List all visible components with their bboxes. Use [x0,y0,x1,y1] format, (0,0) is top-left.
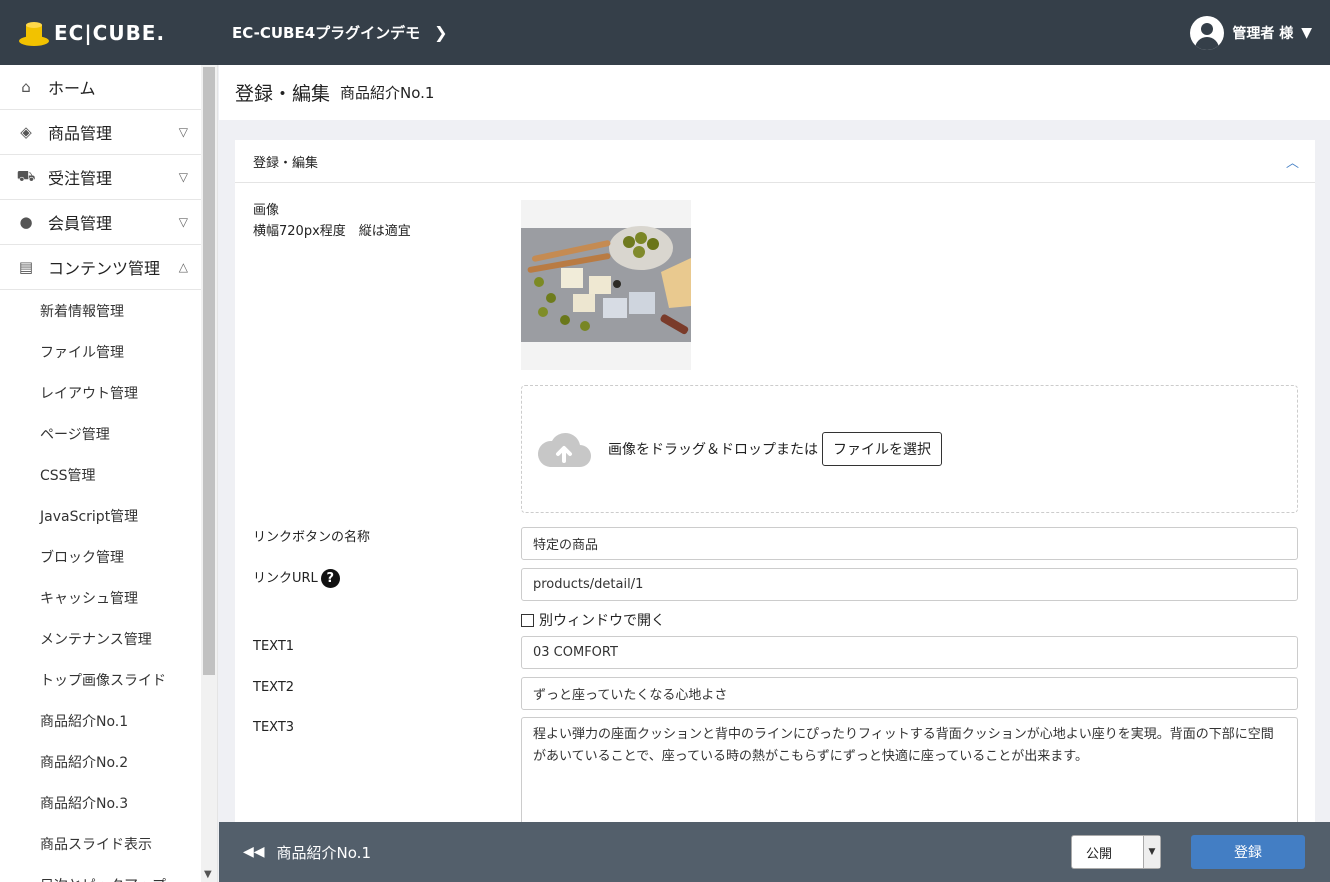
edit-card: 登録・編集 ︿ 画像 横幅720px程度 縦は適宜 画像をドラッグ＆ドロップまた… [235,140,1315,857]
text1-label: TEXT1 [253,639,295,654]
link-url-label: リンクURL [253,571,318,586]
select-arrow-icon: ▼ [1143,836,1160,868]
uploaded-image-thumbnail[interactable] [521,200,691,370]
sidebar-subitem[interactable]: 商品紹介No.1 [0,700,202,741]
sidebar-item-orders[interactable]: ⛟ 受注管理 ▽ [0,155,202,200]
sidebar-subitem[interactable]: JavaScript管理 [0,495,202,536]
sidebar-subitem[interactable]: 新着情報管理 [0,290,202,331]
chevron-right-icon: ❯ [434,23,448,42]
sidebar-subitem[interactable]: レイアウト管理 [0,372,202,413]
back-link[interactable]: ◀◀ 商品紹介No.1 [243,842,371,863]
double-chevron-left-icon: ◀◀ [243,844,265,860]
box-icon: ◈ [20,123,32,141]
user-menu[interactable]: 管理者 様 ▼ [1190,15,1312,50]
link-url-label-group: リンクURL? [253,568,340,589]
sidebar-item-label: ホーム [48,79,96,98]
ec-cube-logo[interactable]: EC|CUBE. [18,19,216,47]
chevron-up-icon: △ [178,260,188,274]
image-label: 画像 [253,203,280,218]
text2-label: TEXT2 [253,680,295,695]
page-header: 登録・編集 商品紹介No.1 [219,65,1330,120]
user-avatar-icon [1190,15,1225,50]
new-window-checkbox[interactable] [521,613,534,627]
sidebar-subitem[interactable]: ページ管理 [0,413,202,454]
help-icon[interactable]: ? [320,569,340,588]
text3-label: TEXT3 [253,720,295,735]
dropzone-text: 画像をドラッグ＆ドロップまたは [608,442,818,458]
chevron-down-icon: ▼ [1301,24,1312,41]
sidebar-subitem[interactable]: 商品紹介No.3 [0,782,202,823]
card-title: 登録・編集 [253,155,319,171]
sidebar-item-members[interactable]: ● 会員管理 ▽ [0,200,202,245]
cart-icon: ⛟ [16,167,36,185]
chevron-up-icon[interactable]: ︿ [1286,152,1299,171]
logo-text: EC|CUBE. [54,20,166,45]
page-title: 登録・編集 [235,83,331,105]
cloud-upload-icon [536,429,592,469]
sidebar-subitem[interactable]: 目次とピックアップ [0,864,202,882]
new-window-label: 別ウィンドウで開く [539,613,665,629]
sidebar-item-label: 会員管理 [48,214,113,233]
publish-status-select[interactable]: 公開 ▼ [1071,835,1161,869]
top-header: EC|CUBE. EC-CUBE4プラグインデモ ❯ 管理者 様 ▼ [0,0,1330,65]
image-dropzone[interactable]: 画像をドラッグ＆ドロップまたは ファイルを選択 [521,385,1298,513]
scroll-down-icon[interactable]: ▼ [204,869,212,880]
cheese-platter-image [521,226,691,342]
page-subtitle: 商品紹介No.1 [340,84,435,102]
sidebar-subitem[interactable]: メンテナンス管理 [0,618,202,659]
document-icon: ▤ [18,258,34,276]
sidebar-item-contents[interactable]: ▤ コンテンツ管理 △ [0,245,202,290]
sidebar-subitem[interactable]: トップ画像スライド [0,659,202,700]
home-icon: ⌂ [21,78,31,96]
shop-name-link[interactable]: EC-CUBE4プラグインデモ ❯ [232,22,448,43]
sidebar-scrollbar[interactable]: ▼ [201,65,217,882]
sidebar-item-label: 受注管理 [48,169,113,188]
image-label-group: 画像 横幅720px程度 縦は適宜 [253,200,411,242]
sidebar: ⌂ ホーム ◈ 商品管理 ▽ ⛟ 受注管理 ▽ ● 会員管理 ▽ ▤ コンテンツ… [0,65,218,882]
image-hint: 横幅720px程度 縦は適宜 [253,224,411,239]
shop-name: EC-CUBE4プラグインデモ [232,24,421,42]
card-header[interactable]: 登録・編集 ︿ [235,140,1315,183]
text2-input[interactable]: ずっと座っていたくなる心地よさ [521,677,1298,710]
save-button[interactable]: 登録 [1191,835,1305,869]
link-name-label: リンクボタンの名称 [253,530,371,545]
sidebar-subitem[interactable]: ファイル管理 [0,331,202,372]
new-window-option[interactable]: 別ウィンドウで開く [521,610,665,630]
sidebar-subitem[interactable]: ブロック管理 [0,536,202,577]
back-label: 商品紹介No.1 [276,843,371,862]
sidebar-subitem[interactable]: 商品スライド表示 [0,823,202,864]
sidebar-item-home[interactable]: ⌂ ホーム [0,65,202,110]
text1-input[interactable]: 03 COMFORT [521,636,1298,669]
chevron-down-icon: ▽ [178,215,188,229]
sidebar-item-label: コンテンツ管理 [48,259,161,278]
sidebar-item-products[interactable]: ◈ 商品管理 ▽ [0,110,202,155]
user-name: 管理者 様 [1232,25,1294,42]
logo-hat-icon [18,19,50,47]
sidebar-subitem[interactable]: 商品紹介No.2 [0,741,202,782]
bottom-action-bar: ◀◀ 商品紹介No.1 公開 ▼ 登録 [219,822,1330,882]
scrollbar-thumb[interactable] [203,67,215,675]
link-name-input[interactable]: 特定の商品 [521,527,1298,560]
sidebar-item-label: 商品管理 [48,124,113,143]
choose-file-button[interactable]: ファイルを選択 [822,432,942,466]
sidebar-subitem[interactable]: CSS管理 [0,454,202,495]
chevron-down-icon: ▽ [178,125,188,139]
chevron-down-icon: ▽ [178,170,188,184]
publish-status-value: 公開 [1086,846,1113,862]
users-icon: ● [19,213,33,231]
sidebar-subitem[interactable]: キャッシュ管理 [0,577,202,618]
link-url-input[interactable]: products/detail/1 [521,568,1298,601]
